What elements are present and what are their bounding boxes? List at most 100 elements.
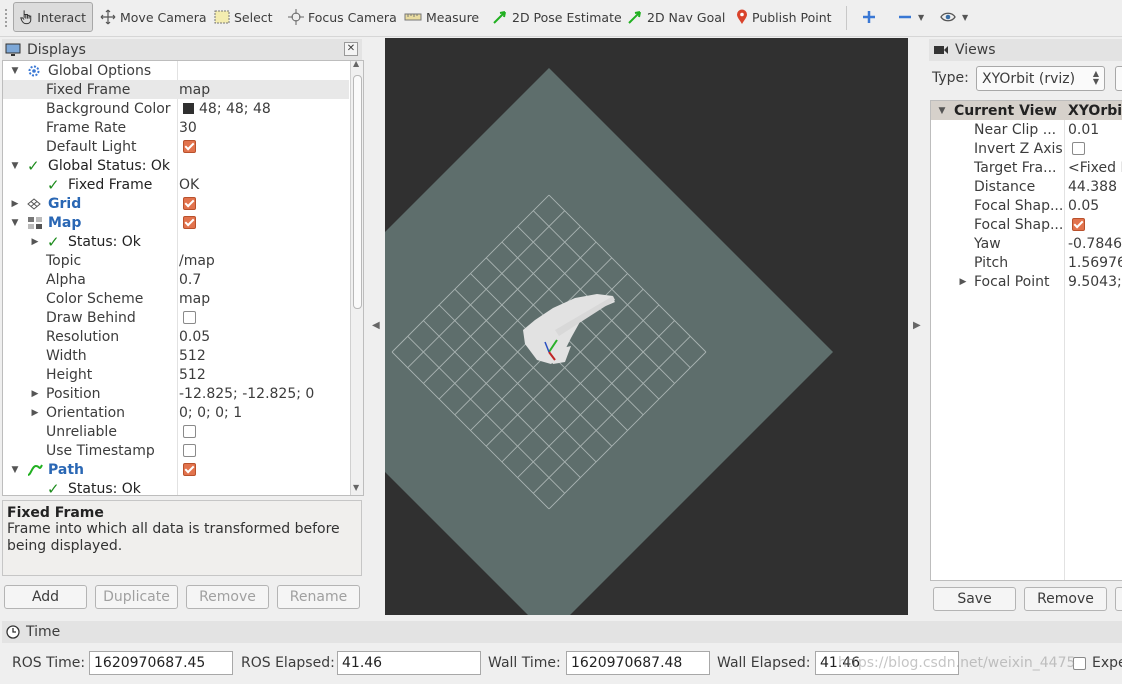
displays-scrollbar[interactable]: ▲ ▼: [350, 61, 363, 495]
tree-value[interactable]: -0.7846: [1068, 236, 1122, 252]
tree-row-unreliable[interactable]: Unreliable: [3, 422, 349, 441]
expand-arrow-icon[interactable]: ▼: [10, 218, 20, 228]
remove-tool-dropdown[interactable]: ▼: [898, 2, 924, 32]
checkbox-unchecked[interactable]: [183, 425, 196, 438]
add-tool-button[interactable]: [862, 2, 876, 32]
tree-row-use-timestamp[interactable]: Use Timestamp: [3, 441, 349, 460]
view-row-distance[interactable]: Distance 44.388: [931, 177, 1122, 196]
tree-value[interactable]: map: [179, 82, 210, 98]
tree-row-orientation[interactable]: ▶ Orientation 0; 0; 0; 1: [3, 403, 349, 422]
publish-point-tool-button[interactable]: Publish Point: [736, 2, 832, 32]
duplicate-display-button[interactable]: Duplicate: [95, 585, 178, 609]
map-scene[interactable]: [385, 38, 908, 615]
tree-value[interactable]: 30: [179, 120, 197, 136]
current-view-header-row[interactable]: ▼ Current View XYOrbit: [931, 101, 1122, 120]
measure-tool-button[interactable]: Measure: [404, 2, 479, 32]
remove-display-button[interactable]: Remove: [186, 585, 269, 609]
pose-estimate-tool-button[interactable]: 2D Pose Estimate: [492, 2, 622, 32]
tree-row-global-status[interactable]: ▼ ✓ Global Status: Ok: [3, 156, 349, 175]
expand-arrow-icon[interactable]: ▼: [10, 161, 20, 171]
tree-row-resolution[interactable]: Resolution 0.05: [3, 327, 349, 346]
save-view-button[interactable]: Save: [933, 587, 1016, 611]
tree-row-background-color[interactable]: Background Color 48; 48; 48: [3, 99, 349, 118]
tree-row-color-scheme[interactable]: Color Scheme map: [3, 289, 349, 308]
collapse-arrow-icon[interactable]: ▶: [30, 408, 40, 418]
view-row-focal-shape-size[interactable]: Focal Shap... 0.05: [931, 196, 1122, 215]
tree-row-height[interactable]: Height 512: [3, 365, 349, 384]
checkbox-checked[interactable]: [1072, 218, 1085, 231]
ros-time-field[interactable]: 1620970687.45: [89, 651, 233, 675]
tree-row-position[interactable]: ▶ Position -12.825; -12.825; 0: [3, 384, 349, 403]
tree-row-topic[interactable]: Topic /map: [3, 251, 349, 270]
tree-value[interactable]: 0.7: [179, 272, 201, 288]
checkbox-unchecked[interactable]: [183, 444, 196, 457]
rename-view-button[interactable]: [1115, 587, 1122, 611]
tree-row-global-options[interactable]: ▼ Global Options: [3, 61, 349, 80]
expand-arrow-icon[interactable]: ▼: [10, 66, 20, 76]
expand-arrow-icon[interactable]: ▼: [937, 106, 947, 116]
collapse-arrow-icon[interactable]: ▶: [10, 199, 20, 209]
collapse-left-icon[interactable]: ◀: [372, 320, 380, 331]
view-row-pitch[interactable]: Pitch 1.56976: [931, 253, 1122, 272]
expand-arrow-icon[interactable]: ▼: [10, 465, 20, 475]
tree-value[interactable]: /map: [179, 253, 215, 269]
tree-value[interactable]: 0.05: [1068, 198, 1099, 214]
view-options-dropdown[interactable]: ▼: [940, 2, 968, 32]
checkbox-checked[interactable]: [183, 197, 196, 210]
color-swatch[interactable]: [183, 103, 194, 114]
tree-row-path-status[interactable]: ✓ Status: Ok: [3, 479, 349, 496]
ros-elapsed-field[interactable]: 41.46: [337, 651, 481, 675]
checkbox-unchecked[interactable]: [1072, 142, 1085, 155]
view-row-near-clip[interactable]: Near Clip ... 0.01: [931, 120, 1122, 139]
checkbox-checked[interactable]: [183, 463, 196, 476]
move-camera-tool-button[interactable]: Move Camera: [100, 2, 207, 32]
focus-camera-tool-button[interactable]: Focus Camera: [288, 2, 397, 32]
scroll-down-icon[interactable]: ▼: [353, 483, 359, 492]
tree-row-draw-behind[interactable]: Draw Behind: [3, 308, 349, 327]
wall-time-field[interactable]: 1620970687.48: [566, 651, 710, 675]
tree-label: Frame Rate: [46, 119, 127, 136]
render-viewport[interactable]: [385, 38, 908, 615]
tree-value[interactable]: 1.56976: [1068, 255, 1122, 271]
collapse-arrow-icon[interactable]: ▶: [30, 389, 40, 399]
add-display-button[interactable]: Add: [4, 585, 87, 609]
tree-row-status-fixed-frame[interactable]: ✓ Fixed Frame OK: [3, 175, 349, 194]
tree-row-frame-rate[interactable]: Frame Rate 30: [3, 118, 349, 137]
tree-value[interactable]: 9.5043; -: [1068, 274, 1122, 290]
toolbar-grip[interactable]: [4, 8, 8, 28]
view-type-select[interactable]: XYOrbit (rviz) ▲ ▼: [976, 66, 1105, 91]
remove-view-button[interactable]: Remove: [1024, 587, 1107, 611]
tree-row-default-light[interactable]: Default Light: [3, 137, 349, 156]
tree-row-map[interactable]: ▼ Map: [3, 213, 349, 232]
tree-value[interactable]: 44.388: [1068, 179, 1117, 195]
view-row-target-frame[interactable]: Target Fra... <Fixed F: [931, 158, 1122, 177]
nav-goal-tool-button[interactable]: 2D Nav Goal: [627, 2, 725, 32]
view-row-focal-shape-fixed[interactable]: Focal Shap...: [931, 215, 1122, 234]
tree-row-alpha[interactable]: Alpha 0.7: [3, 270, 349, 289]
tree-row-path[interactable]: ▼ Path: [3, 460, 349, 479]
zero-view-button[interactable]: [1115, 66, 1122, 91]
checkbox-unchecked[interactable]: [183, 311, 196, 324]
tree-row-fixed-frame[interactable]: Fixed Frame map: [3, 80, 349, 99]
scrollbar-thumb[interactable]: [353, 75, 362, 309]
tree-value[interactable]: <Fixed F: [1068, 160, 1122, 176]
interact-tool-button[interactable]: Interact: [13, 2, 93, 32]
rename-display-button[interactable]: Rename: [277, 585, 360, 609]
close-icon[interactable]: ✕: [344, 42, 358, 56]
select-tool-button[interactable]: Select: [214, 2, 273, 32]
tree-value[interactable]: 48; 48; 48: [199, 101, 271, 117]
tree-row-grid[interactable]: ▶ Grid: [3, 194, 349, 213]
scroll-up-icon[interactable]: ▲: [353, 61, 359, 68]
tree-row-map-status[interactable]: ▶ ✓ Status: Ok: [3, 232, 349, 251]
tree-value[interactable]: map: [179, 291, 210, 307]
view-row-yaw[interactable]: Yaw -0.7846: [931, 234, 1122, 253]
checkbox-checked[interactable]: [183, 216, 196, 229]
tree-row-width[interactable]: Width 512: [3, 346, 349, 365]
collapse-arrow-icon[interactable]: ▶: [30, 237, 40, 247]
view-row-invert-z[interactable]: Invert Z Axis: [931, 139, 1122, 158]
tree-value[interactable]: 0.01: [1068, 122, 1099, 138]
collapse-arrow-icon[interactable]: ▶: [958, 277, 968, 287]
view-row-focal-point[interactable]: ▶ Focal Point 9.5043; -: [931, 272, 1122, 291]
collapse-right-icon[interactable]: ▶: [913, 320, 921, 331]
checkbox-checked[interactable]: [183, 140, 196, 153]
